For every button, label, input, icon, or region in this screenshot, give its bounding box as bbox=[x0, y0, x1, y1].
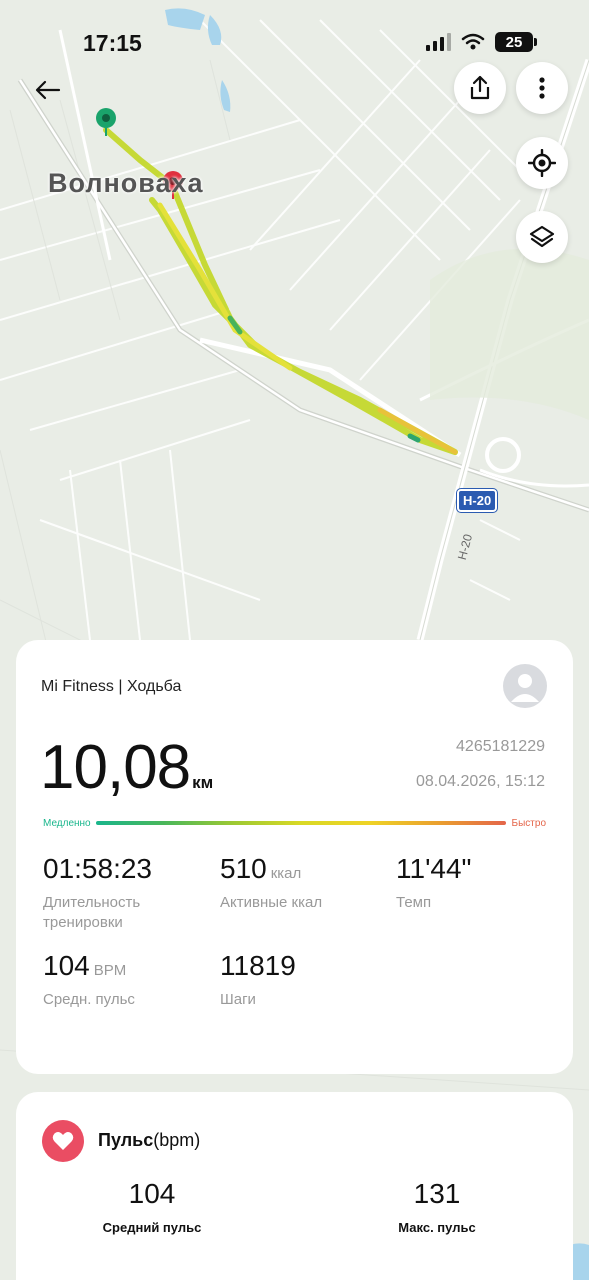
battery-icon: 25 bbox=[495, 32, 537, 52]
pulse-card-title: Пульс(bpm) bbox=[98, 1130, 200, 1151]
cellular-signal-icon bbox=[426, 33, 451, 51]
share-button[interactable] bbox=[454, 62, 506, 114]
map-layers-button[interactable] bbox=[516, 211, 568, 263]
avg-pulse-label: Средний пульс bbox=[102, 1220, 202, 1235]
status-icons: 25 bbox=[426, 32, 537, 52]
stat-calories: 510 ккал Активные ккал bbox=[220, 853, 322, 913]
stat-duration: 01:58:23 Длительность тренировки bbox=[43, 853, 193, 933]
wifi-icon bbox=[461, 33, 485, 50]
calories-label: Активные ккал bbox=[220, 894, 323, 911]
calories-unit: ккал bbox=[270, 865, 302, 882]
max-pulse-value: 131 bbox=[413, 1178, 461, 1209]
back-button[interactable] bbox=[28, 70, 68, 110]
max-pulse-label: Макс. пульс bbox=[398, 1220, 476, 1235]
speed-slow-label: Медленно bbox=[43, 818, 91, 829]
pulse-title-text: Пульс bbox=[98, 1130, 154, 1150]
layers-icon bbox=[529, 225, 555, 248]
steps-value: 11819 bbox=[220, 950, 296, 981]
user-avatar-icon[interactable] bbox=[503, 664, 547, 708]
heart-rate-unit: BPM bbox=[93, 962, 127, 979]
heart-rate-label: Средн. пульс bbox=[43, 991, 135, 1008]
steps-label: Шаги bbox=[220, 991, 256, 1008]
road-number-badge: H-20 bbox=[455, 488, 499, 513]
status-bar: 17:15 25 bbox=[0, 0, 589, 80]
share-icon bbox=[470, 75, 490, 100]
heart-icon bbox=[42, 1120, 84, 1162]
distance-display: 10,08 км bbox=[40, 732, 213, 803]
heart-rate-value: 104 bbox=[43, 950, 90, 981]
locate-icon bbox=[528, 149, 556, 177]
distance-unit: км bbox=[192, 773, 214, 792]
workout-source: Mi Fitness | Ходьба bbox=[41, 678, 182, 695]
arrow-left-icon bbox=[35, 80, 61, 100]
pace-label: Темп bbox=[396, 894, 432, 911]
status-time: 17:15 bbox=[83, 30, 142, 56]
duration-label: Длительность тренировки bbox=[43, 894, 141, 931]
heart-rate-card[interactable]: Пульс(bpm) 104 Средний пульс 131 Макс. п… bbox=[16, 1092, 573, 1280]
map-city-label: Волноваха bbox=[48, 168, 204, 198]
distance-value: 10,08 bbox=[40, 733, 191, 802]
more-options-button[interactable] bbox=[516, 62, 568, 114]
stat-steps: 11819 Шаги bbox=[220, 950, 296, 1010]
workout-id: 4265181229 bbox=[456, 738, 545, 755]
pulse-title-unit: (bpm) bbox=[153, 1130, 201, 1150]
calories-value: 510 bbox=[220, 853, 267, 884]
stat-pace: 11'44" Темп bbox=[396, 853, 472, 913]
stat-avg-heart-rate: 104 BPM Средн. пульс bbox=[43, 950, 135, 1010]
duration-value: 01:58:23 bbox=[43, 853, 152, 884]
speed-fast-label: Быстро bbox=[511, 818, 546, 829]
speed-gradient-bar bbox=[96, 821, 506, 825]
avg-pulse-value: 104 bbox=[128, 1178, 176, 1209]
more-vertical-icon bbox=[539, 77, 545, 99]
workout-summary-card: Mi Fitness | Ходьба 10,08 км 4265181229 … bbox=[16, 640, 573, 1074]
pace-value: 11'44" bbox=[396, 853, 472, 884]
battery-level: 25 bbox=[495, 32, 533, 52]
workout-datetime: 08.04.2026, 15:12 bbox=[415, 773, 545, 790]
avg-pulse-stat: 104 Средний пульс bbox=[77, 1178, 227, 1235]
locate-button[interactable] bbox=[516, 137, 568, 189]
max-pulse-stat: 131 Макс. пульс bbox=[362, 1178, 512, 1235]
start-marker-icon bbox=[96, 108, 116, 136]
